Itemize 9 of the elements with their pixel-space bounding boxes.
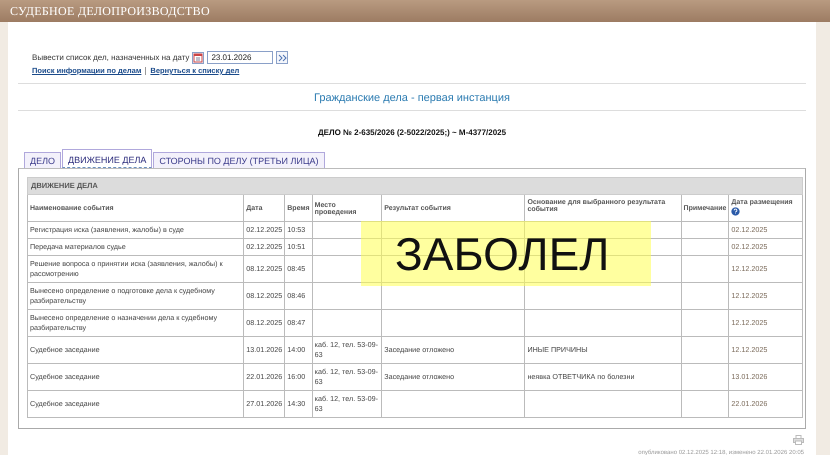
case-title: ДЕЛО № 2-635/2026 (2-5022/2025;) ~ М-4377/2025 <box>316 127 508 139</box>
date-filter-label: Вывести список дел, назначенных на дату <box>32 53 190 62</box>
note-overlay: ЗАБОЛЕЛ <box>361 221 651 286</box>
tab[interactable]: СТОРОНЫ ПО ДЕЛУ (ТРЕТЬИ ЛИЦА) <box>153 152 325 168</box>
tab[interactable]: ДЕЛО <box>24 152 62 168</box>
tab[interactable]: ДВИЖЕНИЕ ДЕЛА <box>62 149 152 168</box>
section-title: Гражданские дела - первая инстанция <box>313 91 511 106</box>
window-title: СУДЕБНОЕ ДЕЛОПРОИЗВОДСТВО <box>10 4 210 18</box>
date-input[interactable]: 23.01.2026 <box>207 51 274 64</box>
